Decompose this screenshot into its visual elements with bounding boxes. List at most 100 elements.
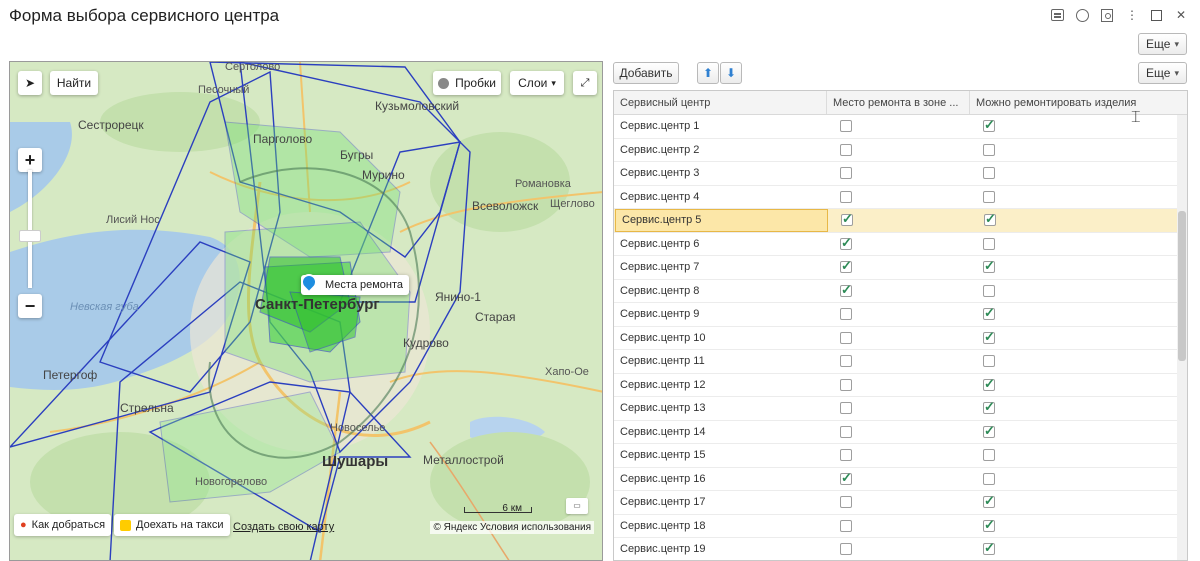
table-row[interactable]: Сервис.центр 9: [614, 303, 1187, 327]
can-repair-checkbox[interactable]: [983, 423, 995, 439]
fullscreen-button[interactable]: ⤢: [573, 71, 597, 95]
column-header-service-center[interactable]: Сервисный центр: [614, 91, 827, 114]
in-zone-checkbox[interactable]: [840, 120, 852, 133]
find-button[interactable]: Найти: [50, 71, 98, 95]
map[interactable]: Сертолово Песочный Кузьмоловский Сестрор…: [9, 61, 603, 561]
table-row[interactable]: Сервис.центр 13: [614, 397, 1187, 421]
maximize-icon[interactable]: [1151, 10, 1162, 21]
can-repair-checkbox[interactable]: [983, 449, 995, 462]
in-zone-checkbox[interactable]: [840, 543, 852, 556]
route-button[interactable]: ● Как добраться: [14, 514, 112, 536]
can-repair-checkbox[interactable]: [983, 540, 995, 556]
window-controls: ⋮ ✕: [1051, 8, 1188, 22]
more-vertical-icon[interactable]: ⋮: [1125, 8, 1139, 22]
can-repair-checkbox[interactable]: [983, 517, 995, 533]
in-zone-checkbox[interactable]: [840, 425, 852, 438]
layers-button-label: Слои: [518, 76, 548, 90]
in-zone-cell: [827, 538, 970, 560]
in-zone-checkbox[interactable]: [840, 143, 852, 156]
navigation-arrow-icon: ➤: [24, 76, 36, 90]
can-repair-checkbox[interactable]: [983, 376, 995, 392]
table-row[interactable]: Сервис.центр 5: [614, 209, 1187, 233]
search-document-icon[interactable]: [1101, 8, 1113, 22]
can-repair-checkbox[interactable]: [983, 258, 995, 274]
can-repair-checkbox[interactable]: [983, 305, 995, 321]
can-repair-checkbox[interactable]: [983, 472, 995, 485]
vertical-scrollbar[interactable]: [1177, 115, 1187, 560]
can-repair-checkbox[interactable]: [983, 355, 995, 368]
table-row[interactable]: Сервис.центр 15: [614, 444, 1187, 468]
in-zone-checkbox[interactable]: [840, 331, 852, 344]
in-zone-cell: [827, 374, 970, 397]
table-row[interactable]: Сервис.центр 18: [614, 515, 1187, 538]
in-zone-checkbox[interactable]: [840, 496, 852, 509]
can-repair-checkbox[interactable]: [983, 399, 995, 415]
in-zone-cell: [827, 233, 970, 256]
in-zone-checkbox[interactable]: [840, 378, 852, 391]
table-row[interactable]: Сервис.центр 1: [614, 115, 1187, 139]
traffic-button[interactable]: Пробки: [433, 71, 501, 95]
table-row[interactable]: Сервис.центр 6: [614, 233, 1187, 256]
table-row[interactable]: Сервис.центр 14: [614, 421, 1187, 444]
can-repair-checkbox[interactable]: [983, 167, 995, 180]
place-label: Сестрорецк: [78, 118, 144, 132]
in-zone-checkbox[interactable]: [840, 402, 852, 415]
table-row[interactable]: Сервис.центр 19: [614, 538, 1187, 560]
in-zone-checkbox[interactable]: [840, 355, 852, 368]
globe-icon[interactable]: [1076, 8, 1089, 22]
report-icon[interactable]: [1051, 9, 1064, 21]
close-icon[interactable]: ✕: [1174, 8, 1188, 22]
zoom-out-button[interactable]: −: [18, 294, 42, 318]
taxi-button[interactable]: Доехать на такси: [114, 514, 230, 536]
add-button[interactable]: Добавить: [613, 62, 679, 84]
repair-places-pin[interactable]: Места ремонта: [301, 275, 410, 295]
table-row[interactable]: Сервис.центр 2: [614, 139, 1187, 162]
table-row[interactable]: Сервис.центр 3: [614, 162, 1187, 186]
scrollbar-thumb[interactable]: [1178, 211, 1186, 361]
in-zone-checkbox[interactable]: [840, 167, 852, 180]
table-more-button[interactable]: Еще ▾: [1138, 62, 1187, 84]
in-zone-checkbox[interactable]: [840, 258, 852, 274]
in-zone-checkbox[interactable]: [840, 190, 852, 203]
service-center-name: Сервис.центр 8: [620, 284, 700, 297]
can-repair-cell: [971, 209, 1178, 232]
table-row[interactable]: Сервис.центр 17: [614, 491, 1187, 515]
move-up-button[interactable]: ⬆: [697, 62, 719, 84]
table-row[interactable]: Сервис.центр 11: [614, 350, 1187, 374]
form-more-button[interactable]: Еще ▾: [1138, 33, 1187, 55]
can-repair-cell: [970, 303, 1177, 326]
column-header-in-zone[interactable]: Место ремонта в зоне ...: [827, 91, 970, 114]
layers-button[interactable]: Слои ▾: [510, 71, 564, 95]
zoom-in-button[interactable]: +: [18, 148, 42, 172]
in-zone-checkbox[interactable]: [840, 449, 852, 462]
in-zone-checkbox[interactable]: [840, 519, 852, 532]
geolocation-button[interactable]: ➤: [18, 71, 42, 95]
move-down-button[interactable]: ⬇: [720, 62, 742, 84]
map-copyright[interactable]: © Яндекс Условия использования: [430, 521, 594, 534]
in-zone-checkbox[interactable]: [840, 470, 852, 486]
zoom-slider[interactable]: [28, 170, 32, 288]
can-repair-checkbox[interactable]: [983, 493, 995, 509]
can-repair-checkbox[interactable]: [983, 284, 995, 297]
table-row[interactable]: Сервис.центр 16: [614, 468, 1187, 491]
service-center-name: Сервис.центр 3: [620, 167, 700, 180]
create-map-link[interactable]: Создать свою карту: [233, 521, 334, 533]
can-repair-checkbox[interactable]: [984, 211, 996, 227]
zoom-slider-handle[interactable]: [19, 230, 41, 242]
table-row[interactable]: Сервис.центр 8: [614, 280, 1187, 303]
in-zone-checkbox[interactable]: [840, 308, 852, 321]
can-repair-checkbox[interactable]: [983, 329, 995, 345]
table-row[interactable]: Сервис.центр 10: [614, 327, 1187, 350]
table-row[interactable]: Сервис.центр 12: [614, 374, 1187, 397]
can-repair-checkbox[interactable]: [983, 237, 995, 250]
in-zone-checkbox[interactable]: [841, 211, 853, 227]
in-zone-checkbox[interactable]: [840, 282, 852, 298]
ruler-button[interactable]: ▭: [566, 498, 588, 514]
can-repair-checkbox[interactable]: [983, 190, 995, 203]
column-header-can-repair[interactable]: Можно ремонтировать изделия: [970, 91, 1177, 114]
can-repair-checkbox[interactable]: [983, 117, 995, 133]
table-row[interactable]: Сервис.центр 7: [614, 256, 1187, 280]
table-row[interactable]: Сервис.центр 4: [614, 186, 1187, 209]
in-zone-checkbox[interactable]: [840, 235, 852, 251]
can-repair-checkbox[interactable]: [983, 143, 995, 156]
